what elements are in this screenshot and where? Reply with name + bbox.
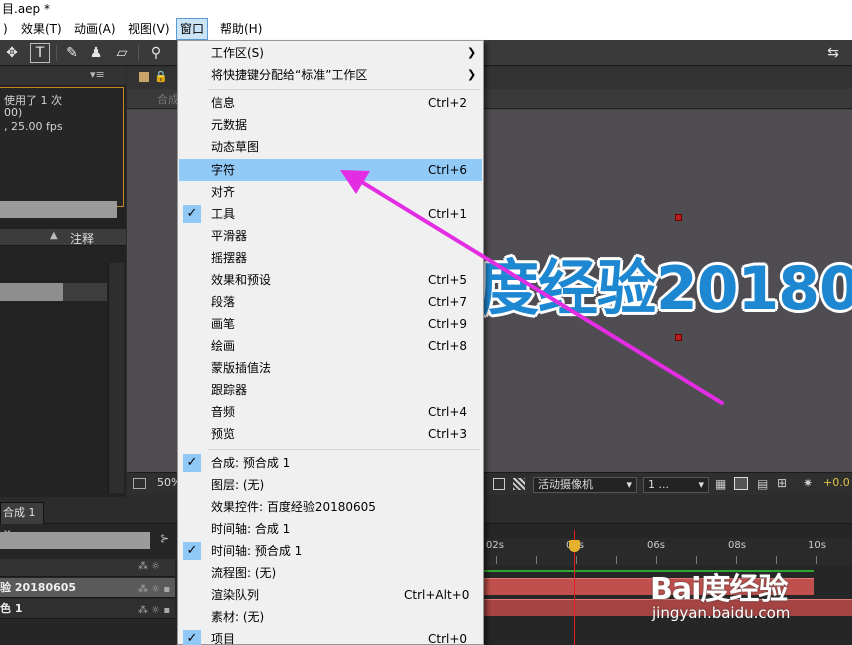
annotation-arrow <box>340 170 724 405</box>
